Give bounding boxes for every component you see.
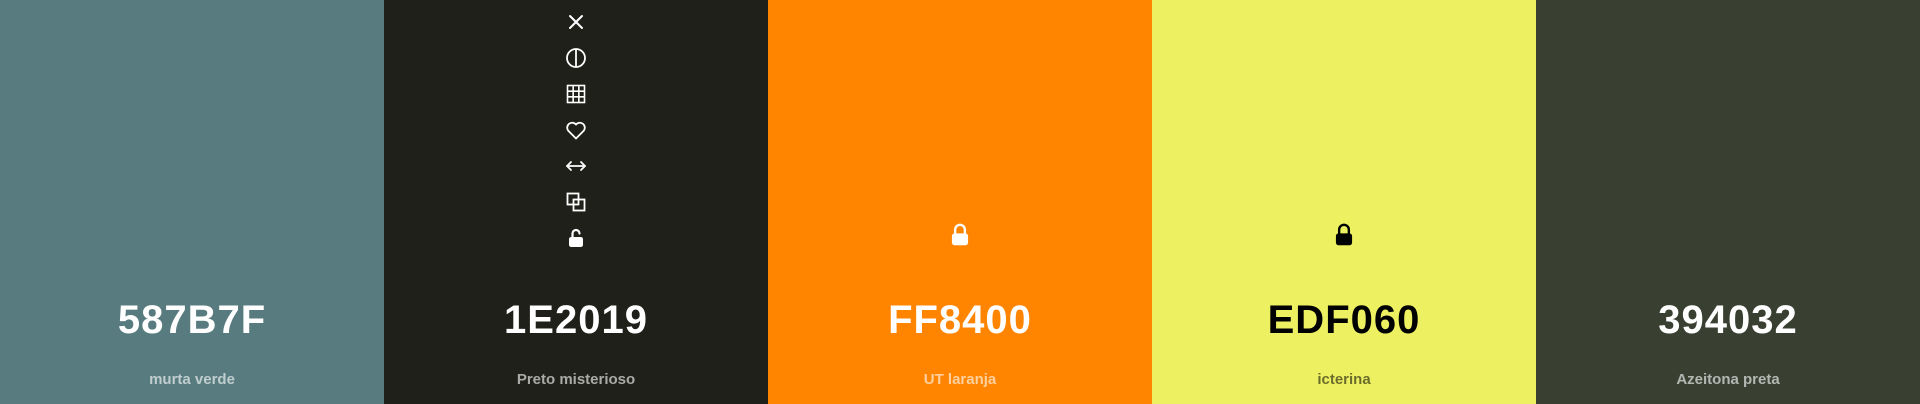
swatch-edf060[interactable]: EDF060 icterina	[1152, 0, 1536, 404]
grid-icon	[566, 84, 586, 104]
swatch-toolbar	[562, 8, 590, 260]
swatch-ff8400[interactable]: FF8400 UT laranja	[768, 0, 1152, 404]
hex-code[interactable]: 394032	[1536, 296, 1920, 344]
favorite-button[interactable]	[562, 116, 590, 144]
hex-code[interactable]: 1E2019	[384, 296, 768, 344]
color-name[interactable]: UT laranja	[768, 371, 1152, 389]
lock-icon	[1335, 223, 1353, 246]
swatch-394032[interactable]: 394032 Azeitona preta	[1536, 0, 1920, 404]
copy-icon	[566, 192, 586, 212]
copy-hex-button[interactable]	[562, 188, 590, 216]
swatch-587b7f[interactable]: 587B7F murta verde	[0, 0, 384, 404]
swatch-1e2019[interactable]: 1E2019 Preto misterioso	[384, 0, 768, 404]
hex-code[interactable]: FF8400	[768, 296, 1152, 344]
hex-code[interactable]: 587B7F	[0, 296, 384, 344]
hex-code[interactable]: EDF060	[1152, 296, 1536, 344]
color-name[interactable]: icterina	[1152, 371, 1536, 389]
contrast-icon	[566, 48, 586, 68]
toggle-lock-button[interactable]	[562, 224, 590, 252]
shades-button[interactable]	[562, 44, 590, 72]
lock-icon	[951, 223, 969, 246]
color-name[interactable]: Preto misterioso	[384, 371, 768, 389]
unlock-icon	[569, 228, 583, 247]
color-name[interactable]: murta verde	[0, 371, 384, 389]
lock-button[interactable]	[946, 220, 974, 250]
remove-color-button[interactable]	[562, 8, 590, 36]
arrows-horizontal-icon	[566, 161, 586, 171]
palette: 587B7F murta verde 1E2019 Preto misterio…	[0, 0, 1920, 404]
view-shades-button[interactable]	[562, 80, 590, 108]
close-icon	[569, 15, 583, 29]
lock-button[interactable]	[1330, 220, 1358, 250]
drag-button[interactable]	[562, 152, 590, 180]
color-name[interactable]: Azeitona preta	[1536, 371, 1920, 389]
heart-icon	[566, 121, 586, 140]
